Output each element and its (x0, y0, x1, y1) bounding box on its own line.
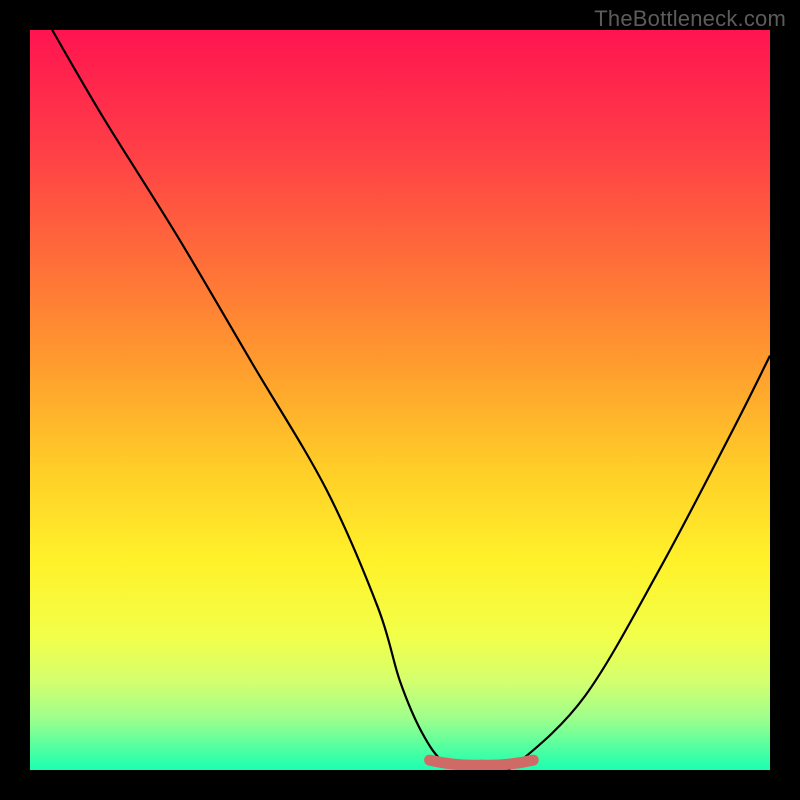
watermark-label: TheBottleneck.com (594, 6, 786, 32)
chart-frame: TheBottleneck.com (0, 0, 800, 800)
optimal-range-highlight (430, 760, 534, 765)
chart-svg (30, 30, 770, 770)
gradient-background (30, 30, 770, 770)
plot-area (30, 30, 770, 770)
